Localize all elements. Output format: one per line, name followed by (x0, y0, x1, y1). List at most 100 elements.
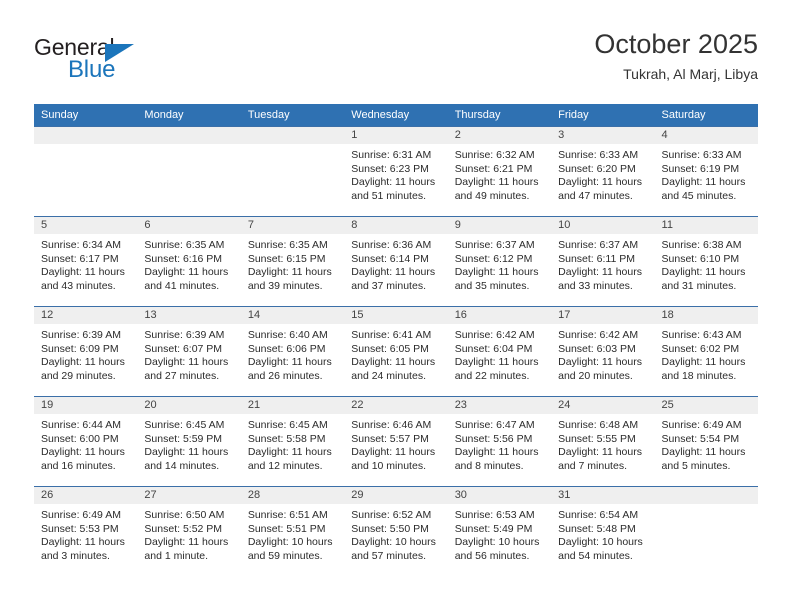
day-number: 26 (34, 487, 138, 504)
daylight-duration-line1: Daylight: 11 hours (454, 356, 539, 368)
day-sun-info: Sunrise: 6:50 AM Sunset: 5:52 PM Daylight:… (137, 504, 240, 563)
sunrise-time: Sunrise: 6:37 AM (558, 239, 639, 251)
sunset-time: Sunset: 6:16 PM (144, 252, 223, 265)
weekday-header-wednesday: Wednesday (344, 104, 448, 127)
day-number: 24 (551, 397, 655, 414)
calendar-body: 1 Sunrise: 6:31 AM Sunset: 6:23 PM Daylight… (34, 126, 758, 577)
daylight-duration-line1: Daylight: 11 hours (247, 446, 332, 458)
day-number: 18 (654, 307, 758, 324)
sunset-time: Sunset: 5:58 PM (247, 432, 326, 445)
calendar-day-cell[interactable]: 15 Sunrise: 6:41 AM Sunset: 6:05 PM Dayligh… (344, 306, 448, 397)
day-sun-info: Sunrise: 6:43 AM Sunset: 6:02 PM Daylight:… (655, 324, 758, 383)
sunset-time: Sunset: 5:56 PM (454, 432, 533, 445)
calendar-day-cell[interactable]: 1 Sunrise: 6:31 AM Sunset: 6:23 PM Daylight… (344, 126, 448, 217)
day-number: 3 (551, 127, 655, 144)
calendar-day-cell[interactable]: 25 Sunrise: 6:49 AM Sunset: 5:54 PM Dayligh… (654, 396, 758, 487)
sunset-time: Sunset: 5:53 PM (41, 522, 119, 535)
day-number: 7 (240, 217, 345, 234)
day-number: 9 (447, 217, 552, 234)
daylight-duration-line2: and 24 minutes. (351, 369, 426, 382)
daylight-duration-line1: Daylight: 11 hours (351, 266, 436, 278)
day-number: 30 (447, 487, 552, 504)
day-number: 22 (344, 397, 448, 414)
sunrise-time: Sunrise: 6:47 AM (454, 419, 535, 431)
weekday-header-friday: Friday (551, 104, 655, 127)
calendar-week-row: 12 Sunrise: 6:39 AM Sunset: 6:09 PM Dayligh… (34, 306, 758, 397)
daylight-duration-line2: and 37 minutes. (351, 279, 426, 292)
calendar-day-cell[interactable]: 2 Sunrise: 6:32 AM Sunset: 6:21 PM Daylight… (447, 126, 552, 217)
calendar-day-cell[interactable]: 13 Sunrise: 6:39 AM Sunset: 6:07 PM Dayligh… (137, 306, 241, 397)
calendar-day-cell[interactable]: 18 Sunrise: 6:43 AM Sunset: 6:02 PM Dayligh… (654, 306, 758, 397)
sunrise-time: Sunrise: 6:34 AM (41, 239, 121, 251)
daylight-duration-line2: and 7 minutes. (558, 459, 627, 472)
daylight-duration-line1: Daylight: 11 hours (144, 446, 229, 458)
daylight-duration-line1: Daylight: 11 hours (661, 356, 746, 368)
calendar-day-cell[interactable]: 28 Sunrise: 6:51 AM Sunset: 5:51 PM Dayligh… (240, 486, 345, 577)
calendar-day-cell[interactable]: 21 Sunrise: 6:45 AM Sunset: 5:58 PM Dayligh… (240, 396, 345, 487)
calendar-day-cell[interactable]: 29 Sunrise: 6:52 AM Sunset: 5:50 PM Dayligh… (344, 486, 448, 577)
daylight-duration-line1: Daylight: 11 hours (351, 176, 436, 188)
calendar-day-cell[interactable]: 14 Sunrise: 6:40 AM Sunset: 6:06 PM Dayligh… (240, 306, 345, 397)
calendar-day-cell[interactable]: 19 Sunrise: 6:44 AM Sunset: 6:00 PM Dayligh… (34, 396, 138, 487)
daylight-duration-line1: Daylight: 11 hours (454, 446, 539, 458)
general-blue-logo[interactable]: General Blue (34, 34, 164, 90)
calendar-day-cell[interactable]: 30 Sunrise: 6:53 AM Sunset: 5:49 PM Dayligh… (447, 486, 552, 577)
calendar-day-cell[interactable]: 3 Sunrise: 6:33 AM Sunset: 6:20 PM Daylight… (551, 126, 655, 217)
day-sun-info: Sunrise: 6:51 AM Sunset: 5:51 PM Daylight:… (241, 504, 344, 563)
day-number: 5 (34, 217, 138, 234)
calendar-day-cell[interactable]: 8 Sunrise: 6:36 AM Sunset: 6:14 PM Daylight… (344, 216, 448, 307)
calendar-day-cell[interactable]: 22 Sunrise: 6:46 AM Sunset: 5:57 PM Dayligh… (344, 396, 448, 487)
sunrise-time: Sunrise: 6:51 AM (247, 509, 328, 521)
calendar-day-cell[interactable]: 6 Sunrise: 6:35 AM Sunset: 6:16 PM Daylight… (137, 216, 241, 307)
day-number: 8 (344, 217, 448, 234)
daylight-duration-line2: and 27 minutes. (144, 369, 220, 382)
day-number: 20 (137, 397, 241, 414)
calendar-day-cell[interactable]: 26 Sunrise: 6:49 AM Sunset: 5:53 PM Dayligh… (34, 486, 138, 577)
calendar-week-row: 5 Sunrise: 6:34 AM Sunset: 6:17 PM Daylight… (34, 216, 758, 307)
day-sun-info: Sunrise: 6:35 AM Sunset: 6:15 PM Daylight:… (241, 234, 344, 293)
calendar-day-cell[interactable]: 16 Sunrise: 6:42 AM Sunset: 6:04 PM Dayligh… (447, 306, 552, 397)
daylight-duration-line1: Daylight: 10 hours (351, 536, 436, 548)
calendar-day-cell[interactable]: 27 Sunrise: 6:50 AM Sunset: 5:52 PM Dayligh… (137, 486, 241, 577)
calendar-day-cell[interactable]: 24 Sunrise: 6:48 AM Sunset: 5:55 PM Dayligh… (551, 396, 655, 487)
daylight-duration-line2: and 39 minutes. (247, 279, 323, 292)
calendar-day-cell[interactable]: 11 Sunrise: 6:38 AM Sunset: 6:10 PM Dayligh… (654, 216, 758, 307)
day-number (654, 487, 758, 504)
calendar-day-cell[interactable]: 5 Sunrise: 6:34 AM Sunset: 6:17 PM Daylight… (34, 216, 138, 307)
calendar-day-cell[interactable]: 4 Sunrise: 6:33 AM Sunset: 6:19 PM Daylight… (654, 126, 758, 217)
daylight-duration-line1: Daylight: 11 hours (661, 266, 746, 278)
daylight-duration-line1: Daylight: 11 hours (41, 446, 125, 458)
daylight-duration-line2: and 31 minutes. (661, 279, 737, 292)
sunrise-time: Sunrise: 6:39 AM (144, 329, 225, 341)
calendar-day-cell[interactable]: 23 Sunrise: 6:47 AM Sunset: 5:56 PM Dayligh… (447, 396, 552, 487)
day-sun-info: Sunrise: 6:35 AM Sunset: 6:16 PM Daylight:… (137, 234, 240, 293)
sunrise-time: Sunrise: 6:44 AM (41, 419, 121, 431)
daylight-duration-line1: Daylight: 11 hours (41, 536, 125, 548)
daylight-duration-line1: Daylight: 11 hours (661, 446, 746, 458)
day-sun-info: Sunrise: 6:37 AM Sunset: 6:11 PM Daylight:… (551, 234, 654, 293)
calendar-day-cell[interactable]: 10 Sunrise: 6:37 AM Sunset: 6:11 PM Dayligh… (551, 216, 655, 307)
day-sun-info: Sunrise: 6:33 AM Sunset: 6:19 PM Daylight:… (655, 144, 758, 203)
sunset-time: Sunset: 6:23 PM (351, 162, 429, 175)
calendar-day-cell[interactable]: 17 Sunrise: 6:42 AM Sunset: 6:03 PM Dayligh… (551, 306, 655, 397)
calendar-day-cell[interactable]: 12 Sunrise: 6:39 AM Sunset: 6:09 PM Dayligh… (34, 306, 138, 397)
sunset-time: Sunset: 5:51 PM (247, 522, 326, 535)
sunset-time: Sunset: 5:57 PM (351, 432, 429, 445)
day-number: 13 (137, 307, 241, 324)
sunset-time: Sunset: 5:52 PM (144, 522, 223, 535)
day-number (240, 127, 345, 144)
sunrise-time: Sunrise: 6:49 AM (661, 419, 742, 431)
daylight-duration-line1: Daylight: 11 hours (454, 176, 539, 188)
sunset-time: Sunset: 6:11 PM (558, 252, 635, 265)
calendar-cell-empty (137, 126, 241, 217)
calendar-day-cell[interactable]: 9 Sunrise: 6:37 AM Sunset: 6:12 PM Daylight… (447, 216, 552, 307)
calendar-day-cell[interactable]: 31 Sunrise: 6:54 AM Sunset: 5:48 PM Dayligh… (551, 486, 655, 577)
day-sun-info: Sunrise: 6:40 AM Sunset: 6:06 PM Daylight:… (241, 324, 344, 383)
day-sun-info: Sunrise: 6:49 AM Sunset: 5:53 PM Daylight:… (34, 504, 137, 563)
calendar-day-cell[interactable]: 7 Sunrise: 6:35 AM Sunset: 6:15 PM Daylight… (240, 216, 345, 307)
day-number: 12 (34, 307, 138, 324)
calendar-day-cell[interactable]: 20 Sunrise: 6:45 AM Sunset: 5:59 PM Dayligh… (137, 396, 241, 487)
day-number: 28 (240, 487, 345, 504)
sunrise-time: Sunrise: 6:41 AM (351, 329, 432, 341)
daylight-duration-line2: and 26 minutes. (247, 369, 323, 382)
